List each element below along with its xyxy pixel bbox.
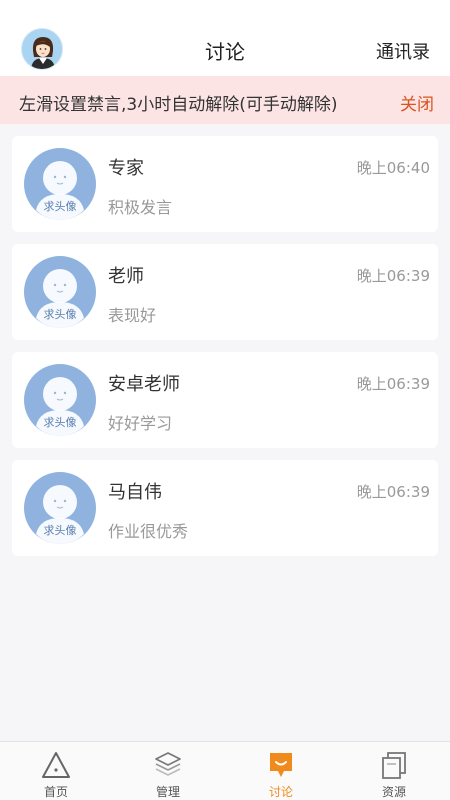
- tab-resources[interactable]: 资源: [338, 742, 450, 800]
- tab-home[interactable]: 首页: [0, 742, 112, 800]
- tab-discussion[interactable]: 讨论: [225, 742, 337, 800]
- conversation-item[interactable]: 求头像 老师 晚上06:39 表现好: [12, 244, 438, 340]
- notice-close-button[interactable]: 关闭: [400, 90, 434, 115]
- tab-label: 管理: [155, 785, 180, 799]
- tab-label: 资源: [381, 785, 406, 799]
- documents-icon: [382, 752, 406, 779]
- layers-icon: [155, 752, 181, 776]
- message-preview: 表现好: [108, 306, 157, 325]
- default-avatar-icon: 求头像: [24, 364, 96, 436]
- conversation-list: 求头像 专家 晚上06:40 积极发言 求头像 老师 晚上06:39 表现好 求…: [12, 136, 438, 568]
- svg-text:求头像: 求头像: [44, 308, 77, 321]
- tab-label: 首页: [43, 785, 68, 799]
- message-time: 晚上06:39: [356, 483, 430, 501]
- default-avatar-icon: 求头像: [24, 472, 96, 544]
- notice-message: 左滑设置禁言,3小时自动解除(可手动解除): [19, 95, 338, 115]
- contact-name: 马自伟: [108, 482, 162, 503]
- tab-manage[interactable]: 管理: [112, 742, 224, 800]
- contacts-button[interactable]: 通讯录: [376, 38, 430, 64]
- message-time: 晚上06:40: [356, 159, 430, 177]
- conversation-item[interactable]: 求头像 马自伟 晚上06:39 作业很优秀: [12, 460, 438, 556]
- default-avatar-icon: 求头像: [24, 148, 96, 220]
- triangle-icon: [42, 752, 70, 778]
- svg-text:求头像: 求头像: [44, 524, 77, 537]
- contact-name: 专家: [108, 158, 144, 179]
- default-avatar-icon: 求头像: [24, 256, 96, 328]
- message-time: 晚上06:39: [356, 375, 430, 393]
- default-avatar: 求头像: [24, 256, 96, 328]
- svg-text:求头像: 求头像: [44, 416, 77, 429]
- contact-name: 安卓老师: [108, 374, 180, 395]
- contact-name: 老师: [108, 266, 144, 287]
- default-avatar: 求头像: [24, 472, 96, 544]
- conversation-item[interactable]: 求头像 安卓老师 晚上06:39 好好学习: [12, 352, 438, 448]
- message-preview: 积极发言: [108, 198, 173, 217]
- svg-text:求头像: 求头像: [44, 200, 77, 213]
- top-bar: 讨论 通讯录: [0, 0, 450, 76]
- default-avatar: 求头像: [24, 148, 96, 220]
- message-time: 晚上06:39: [356, 267, 430, 285]
- bottom-tab-bar: 首页 管理 讨论 资源: [0, 741, 450, 800]
- tab-label: 讨论: [268, 785, 293, 799]
- chat-icon: [270, 753, 292, 777]
- message-preview: 好好学习: [108, 414, 173, 433]
- notice-banner: 左滑设置禁言,3小时自动解除(可手动解除) 关闭: [0, 76, 450, 124]
- message-preview: 作业很优秀: [108, 522, 189, 541]
- conversation-item[interactable]: 求头像 专家 晚上06:40 积极发言: [12, 136, 438, 232]
- default-avatar: 求头像: [24, 364, 96, 436]
